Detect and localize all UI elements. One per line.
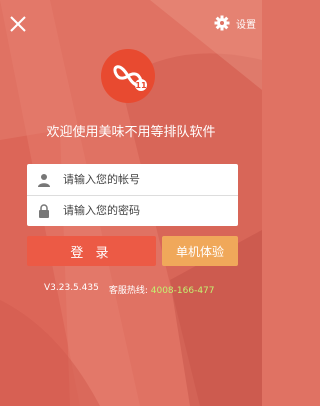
- gear-icon: [214, 15, 230, 31]
- password-input[interactable]: [61, 203, 215, 218]
- password-field: [27, 195, 238, 226]
- standalone-button[interactable]: 单机体验: [162, 236, 238, 266]
- hotline-number[interactable]: 4008-166-477: [151, 286, 215, 296]
- welcome-text: 欢迎使用美味不用等排队软件: [46, 125, 216, 140]
- account-field: [27, 164, 238, 196]
- app-logo: 11: [101, 49, 155, 103]
- version-text: V3.23.5.435: [44, 283, 99, 293]
- logo-badge: 11: [135, 81, 147, 90]
- settings-button[interactable]: 设置: [214, 15, 256, 31]
- hotline-label: 客服热线:: [108, 286, 148, 296]
- login-form: [27, 164, 238, 226]
- account-input[interactable]: [61, 172, 215, 187]
- lock-icon: [39, 203, 49, 218]
- settings-label: 设置: [236, 19, 256, 31]
- close-icon[interactable]: [8, 14, 28, 34]
- login-button[interactable]: 登 录: [27, 236, 156, 266]
- footer: V3.23.5.435 客服热线: 4008-166-477: [44, 283, 215, 296]
- user-icon: [38, 173, 50, 187]
